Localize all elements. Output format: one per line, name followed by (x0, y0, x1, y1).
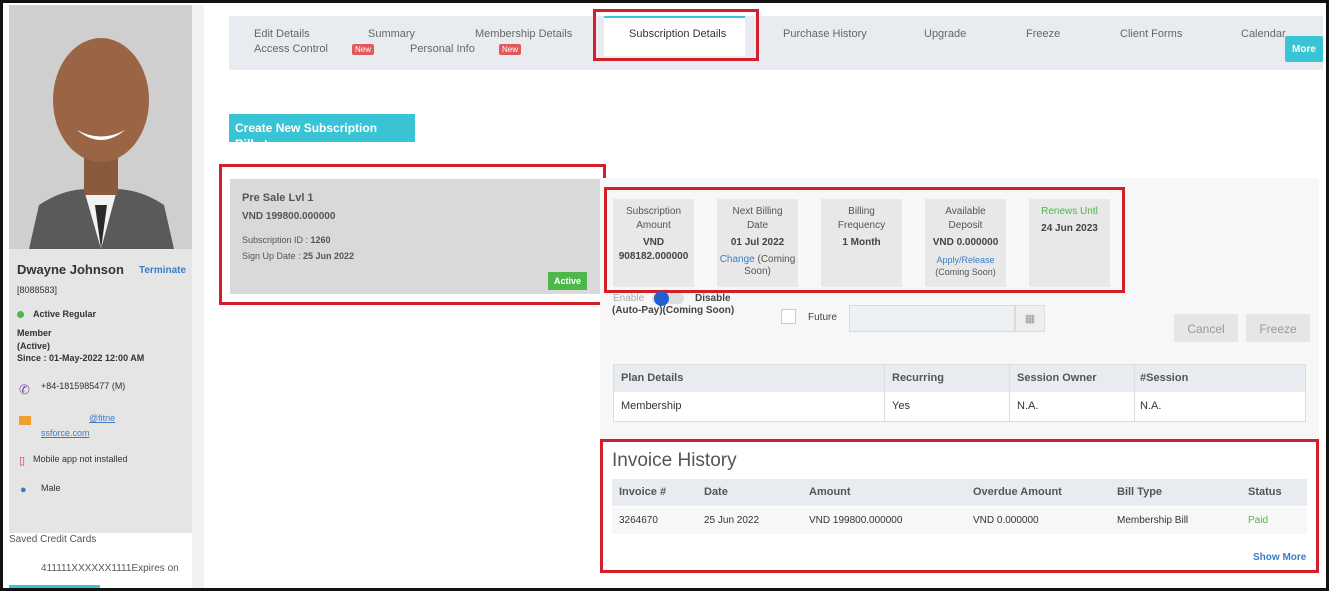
screenshot-frame (0, 0, 1329, 591)
